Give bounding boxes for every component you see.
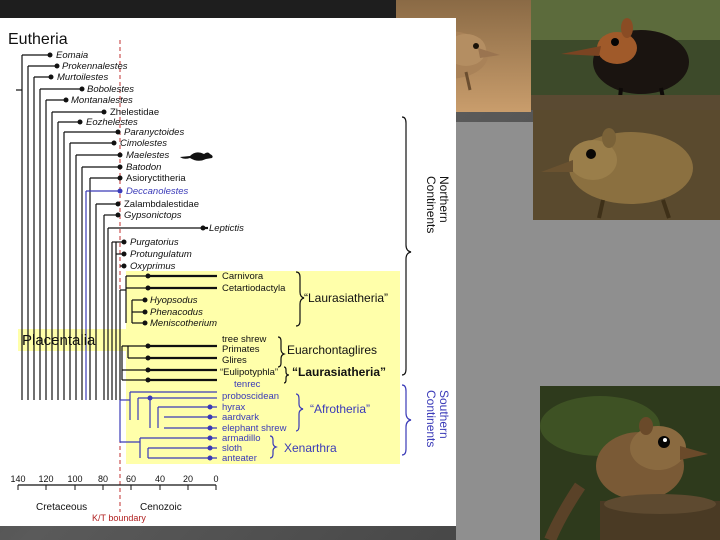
axis-cretaceous: Cretaceous bbox=[36, 502, 87, 513]
slide: Eutheria Eomaia Prokennalestes Murtoiles… bbox=[0, 0, 720, 540]
taxon-montanalestes: Montanalestes bbox=[71, 95, 133, 106]
taxon-purgatorius: Purgatorius bbox=[130, 237, 179, 248]
taxon-prokennalestes: Prokennalestes bbox=[62, 61, 128, 72]
taxon-murtoilestes: Murtoilestes bbox=[57, 72, 108, 83]
taxon-glires: Glires bbox=[222, 355, 247, 366]
axis-kt-boundary: K/T boundary bbox=[92, 513, 146, 523]
time-axis-ticks bbox=[17, 485, 217, 490]
taxon-zalambdalestidae: Zalambdalestidae bbox=[124, 199, 199, 210]
taxon-cetartiodactyla: Cetartiodactyla bbox=[222, 283, 286, 294]
group-afrotheria: “Afrotheria” bbox=[310, 402, 370, 416]
side-label-southern-line2: Continents bbox=[424, 390, 438, 447]
treeshrew-photo bbox=[540, 386, 720, 540]
maelestes-rodent-icon bbox=[180, 152, 213, 161]
taxon-paranyctoides: Paranyctoides bbox=[124, 127, 184, 138]
taxon-cimolestes: Cimolestes bbox=[120, 138, 167, 149]
taxon-eomaia: Eomaia bbox=[56, 50, 88, 61]
axis-cenozoic: Cenozoic bbox=[140, 502, 182, 513]
taxon-deccanolestes: Deccanolestes bbox=[126, 186, 189, 197]
side-label-northern-line2: Continents bbox=[424, 176, 438, 233]
taxon-carnivora: Carnivora bbox=[222, 271, 264, 282]
taxon-batodon: Batodon bbox=[126, 162, 161, 173]
tree-title: Eutheria bbox=[8, 31, 68, 48]
side-label-southern: Southern Continents bbox=[424, 390, 451, 447]
group-laurasiatheria-lower: “Laurasiatheria” bbox=[292, 365, 386, 379]
taxon-asioryctitheria: Asioryctitheria bbox=[126, 173, 186, 184]
taxon-tenrec: tenrec bbox=[234, 379, 261, 390]
axis-tick-0: 0 bbox=[213, 474, 218, 484]
taxon-primates: Primates bbox=[222, 344, 260, 355]
taxon-maelestes: Maelestes bbox=[126, 150, 170, 161]
taxon-phenacodus: Phenacodus bbox=[150, 307, 203, 318]
axis-tick-140: 140 bbox=[10, 474, 25, 484]
taxon-protungulatum: Protungulatum bbox=[130, 249, 192, 260]
phylogeny-tree: Eutheria Eomaia Prokennalestes Murtoiles… bbox=[8, 31, 451, 523]
taxon-meniscotherium: Meniscotherium bbox=[150, 318, 217, 329]
taxon-proboscidean: proboscidean bbox=[222, 391, 279, 402]
axis-tick-120: 120 bbox=[38, 474, 53, 484]
taxon-hyopsodus: Hyopsodus bbox=[150, 295, 198, 306]
taxon-eulipotyphla: “Eulipotyphla” bbox=[220, 367, 278, 378]
axis-tick-80: 80 bbox=[98, 474, 108, 484]
deccanolestes-branch bbox=[85, 190, 120, 400]
side-label-southern-line1: Southern bbox=[437, 390, 451, 439]
group-placentalia: Placentalia bbox=[22, 332, 96, 349]
elephant-shrew-photo-2 bbox=[531, 0, 720, 110]
taxon-gypsonictops: Gypsonictops bbox=[124, 210, 182, 221]
side-label-northern-line1: Northern bbox=[437, 176, 451, 223]
group-euarchontaglires: Euarchontaglires bbox=[287, 343, 377, 357]
taxon-leptictis: Leptictis bbox=[209, 223, 244, 234]
taxon-aardvark: aardvark bbox=[222, 412, 259, 423]
axis-tick-40: 40 bbox=[155, 474, 165, 484]
group-laurasiatheria-upper: “Laurasiatheria” bbox=[304, 291, 388, 305]
elephant-shrew-photo-3 bbox=[533, 110, 720, 220]
taxon-oxyprimus: Oxyprimus bbox=[130, 261, 176, 272]
side-label-northern: Northern Continents bbox=[424, 176, 451, 233]
axis-tick-60: 60 bbox=[126, 474, 136, 484]
axis-tick-100: 100 bbox=[67, 474, 82, 484]
group-xenarthra: Xenarthra bbox=[284, 441, 337, 455]
axis-tick-20: 20 bbox=[183, 474, 193, 484]
taxon-anteater: anteater bbox=[222, 453, 257, 464]
taxon-bobolestes: Bobolestes bbox=[87, 84, 134, 95]
phylogeny-panel: Eutheria Eomaia Prokennalestes Murtoiles… bbox=[0, 18, 456, 526]
